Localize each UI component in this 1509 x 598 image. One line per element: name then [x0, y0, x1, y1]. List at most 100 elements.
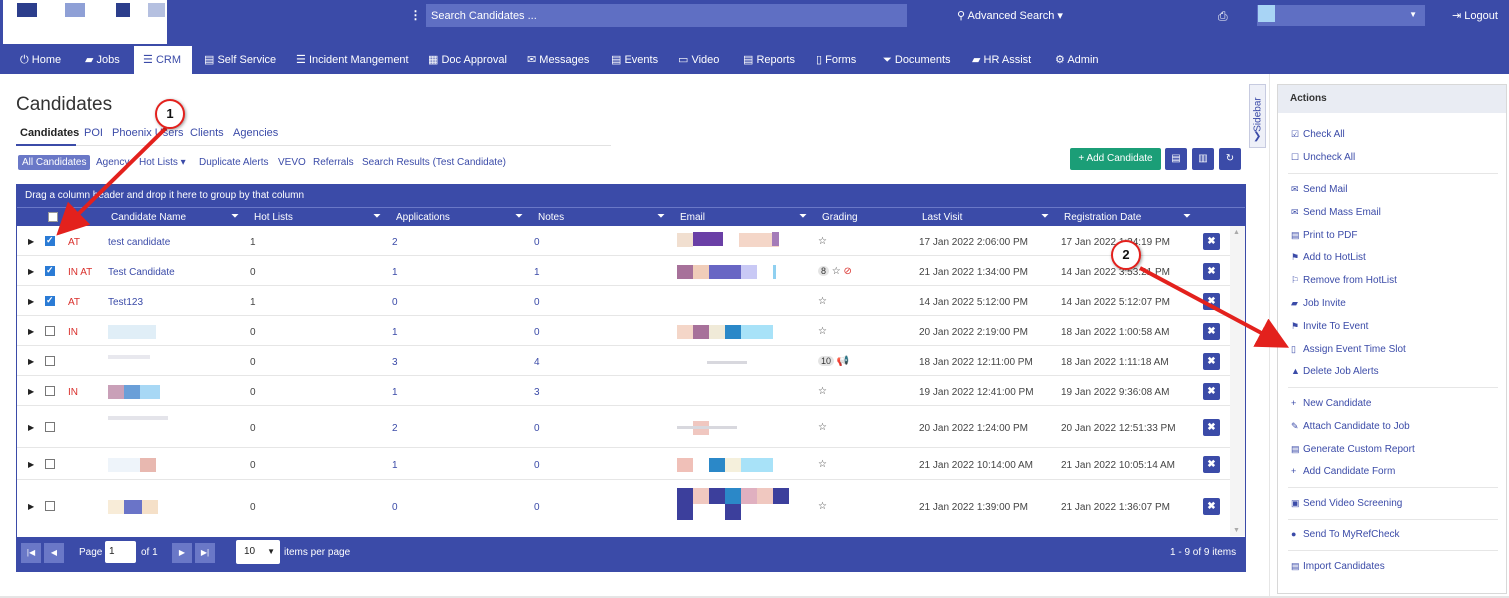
star-icon[interactable]: ☆	[818, 501, 827, 512]
notes-link[interactable]: 0	[534, 327, 540, 338]
row-checkbox[interactable]	[45, 356, 55, 366]
action-delete-job-alerts[interactable]: ▲ Delete Job Alerts	[1291, 366, 1379, 377]
delete-row-button[interactable]: ✖	[1203, 293, 1220, 310]
candidate-name-redacted[interactable]	[108, 458, 140, 472]
table-row[interactable]: ▶ 0 2 0 ☆ 20 Jan 2022 1:24:00 PM 20 Jan …	[17, 406, 1230, 448]
user-select[interactable]: ▼	[1257, 5, 1425, 26]
candidate-name-redacted[interactable]	[124, 385, 140, 399]
notes-link[interactable]: 1	[534, 267, 540, 278]
subtab-duplicate-alerts[interactable]: Duplicate Alerts	[199, 157, 268, 168]
tab-poi[interactable]: POI	[84, 127, 103, 139]
expand-row-icon[interactable]: ▶	[28, 502, 34, 511]
tab-candidates[interactable]: Candidates	[20, 127, 79, 139]
applications-link[interactable]: 1	[392, 460, 398, 471]
subtab-hot-lists[interactable]: Hot Lists ▾	[139, 157, 186, 168]
nav-events[interactable]: ▤ Events	[607, 46, 662, 74]
applications-link[interactable]: 1	[392, 267, 398, 278]
candidate-name-redacted[interactable]	[108, 500, 124, 514]
star-icon[interactable]: ☆	[818, 236, 827, 247]
applications-link[interactable]: 0	[392, 502, 398, 513]
expand-row-icon[interactable]: ▶	[28, 357, 34, 366]
action-uncheck-all[interactable]: ☐ Uncheck All	[1291, 152, 1355, 163]
export-excel-icon[interactable]: ▤	[1165, 148, 1187, 170]
action-new-candidate[interactable]: + New Candidate	[1291, 398, 1371, 409]
candidate-name-redacted[interactable]	[142, 500, 158, 514]
tab-agencies[interactable]: Agencies	[233, 127, 278, 139]
nav-reports[interactable]: ▤ Reports	[739, 46, 799, 74]
table-row[interactable]: ▶ 0 3 4 10 📢 18 Jan 2022 12:11:00 PM 18 …	[17, 346, 1230, 376]
nav-crm[interactable]: ☰ CRM	[134, 46, 192, 74]
search-options-icon[interactable]: ⋮	[405, 4, 426, 27]
filter-icon[interactable]: ⏷	[1183, 211, 1191, 222]
notes-link[interactable]: 4	[534, 357, 540, 368]
candidate-name-link[interactable]: Test123	[108, 297, 143, 308]
tab-clients[interactable]: Clients	[190, 127, 224, 139]
candidate-name-redacted[interactable]	[140, 385, 160, 399]
col-applications[interactable]: Applications	[396, 208, 450, 227]
row-checkbox[interactable]	[45, 501, 55, 511]
col-notes[interactable]: Notes	[538, 208, 564, 227]
nav-forms[interactable]: ▯ Forms	[812, 46, 860, 74]
star-icon[interactable]: ☆	[818, 422, 827, 433]
col-hot-lists[interactable]: Hot Lists	[254, 208, 293, 227]
row-checkbox[interactable]	[45, 459, 55, 469]
action-send-video-screening[interactable]: ▣ Send Video Screening	[1291, 498, 1402, 509]
export-pdf-icon[interactable]: ▥	[1192, 148, 1214, 170]
action-invite-to-event[interactable]: ⚑ Invite To Event	[1291, 321, 1368, 332]
nav-jobs[interactable]: ▰ Jobs	[81, 46, 124, 74]
add-candidate-button[interactable]: + Add Candidate	[1070, 148, 1161, 170]
table-row[interactable]: ▶ 0 1 0 ☆ 21 Jan 2022 10:14:00 AM 21 Jan…	[17, 448, 1230, 480]
first-page-icon[interactable]: |◀	[21, 543, 41, 563]
select-all-checkbox[interactable]	[48, 212, 58, 222]
expand-row-icon[interactable]: ▶	[28, 327, 34, 336]
star-icon[interactable]: ☆	[818, 386, 827, 397]
subtab-vevo[interactable]: VEVO	[278, 157, 306, 168]
action-check-all[interactable]: ☑ Check All	[1291, 129, 1345, 140]
applications-link[interactable]: 1	[392, 327, 398, 338]
logout-button[interactable]: ⇥ Logout	[1452, 9, 1498, 22]
table-row[interactable]: ▶ AT Test123 1 0 0 ☆ 14 Jan 2022 5:12:00…	[17, 286, 1230, 316]
action-generate-custom-report[interactable]: ▤ Generate Custom Report	[1291, 444, 1415, 455]
col-candidate-name[interactable]: Candidate Name	[111, 208, 186, 227]
candidate-name-redacted[interactable]	[108, 416, 168, 420]
notes-link[interactable]: 0	[534, 237, 540, 248]
notes-link[interactable]: 3	[534, 387, 540, 398]
nav-messages[interactable]: ✉ Messages	[523, 46, 593, 74]
last-page-icon[interactable]: ▶|	[195, 543, 215, 563]
nav-home[interactable]: ⏻ Home	[16, 46, 65, 74]
group-drop-zone[interactable]: Drag a column header and drop it here to…	[17, 185, 1245, 207]
candidate-name-link[interactable]: test candidate	[108, 237, 170, 248]
expand-row-icon[interactable]: ▶	[28, 387, 34, 396]
delete-row-button[interactable]: ✖	[1203, 263, 1220, 280]
sidebar-toggle[interactable]: Sidebar ❯	[1249, 84, 1266, 148]
page-input[interactable]: 1	[105, 541, 136, 563]
row-checkbox[interactable]	[45, 422, 55, 432]
filter-icon[interactable]: ⏷	[657, 211, 665, 222]
star-icon[interactable]: ☆	[818, 459, 827, 470]
subtab-search-results[interactable]: Search Results (Test Candidate)	[362, 157, 506, 168]
notes-link[interactable]: 0	[534, 297, 540, 308]
candidate-name-redacted[interactable]	[108, 325, 156, 339]
applications-link[interactable]: 2	[392, 237, 398, 248]
print-icon[interactable]: ⎙	[1218, 9, 1228, 24]
notes-link[interactable]: 0	[534, 423, 540, 434]
delete-row-button[interactable]: ✖	[1203, 233, 1220, 250]
nav-documents[interactable]: ⏷ Documents	[879, 46, 955, 74]
delete-row-button[interactable]: ✖	[1203, 419, 1220, 436]
search-input[interactable]	[426, 4, 907, 27]
applications-link[interactable]: 2	[392, 423, 398, 434]
expand-row-icon[interactable]: ▶	[28, 237, 34, 246]
nav-incident-management[interactable]: ☰ Incident Mangement	[292, 46, 413, 74]
col-email[interactable]: Email	[680, 208, 705, 227]
col-registration-date[interactable]: Registration Date	[1064, 208, 1141, 227]
delete-row-button[interactable]: ✖	[1203, 353, 1220, 370]
col-last-visit[interactable]: Last Visit	[922, 208, 962, 227]
subtab-all-candidates[interactable]: All Candidates	[18, 155, 91, 170]
prev-page-icon[interactable]: ◀	[44, 543, 64, 563]
applications-link[interactable]: 1	[392, 387, 398, 398]
applications-link[interactable]: 3	[392, 357, 398, 368]
candidate-name-redacted[interactable]	[108, 355, 150, 359]
star-icon[interactable]: ☆	[832, 266, 841, 277]
filter-icon[interactable]: ⏷	[373, 211, 381, 222]
expand-row-icon[interactable]: ▶	[28, 460, 34, 469]
